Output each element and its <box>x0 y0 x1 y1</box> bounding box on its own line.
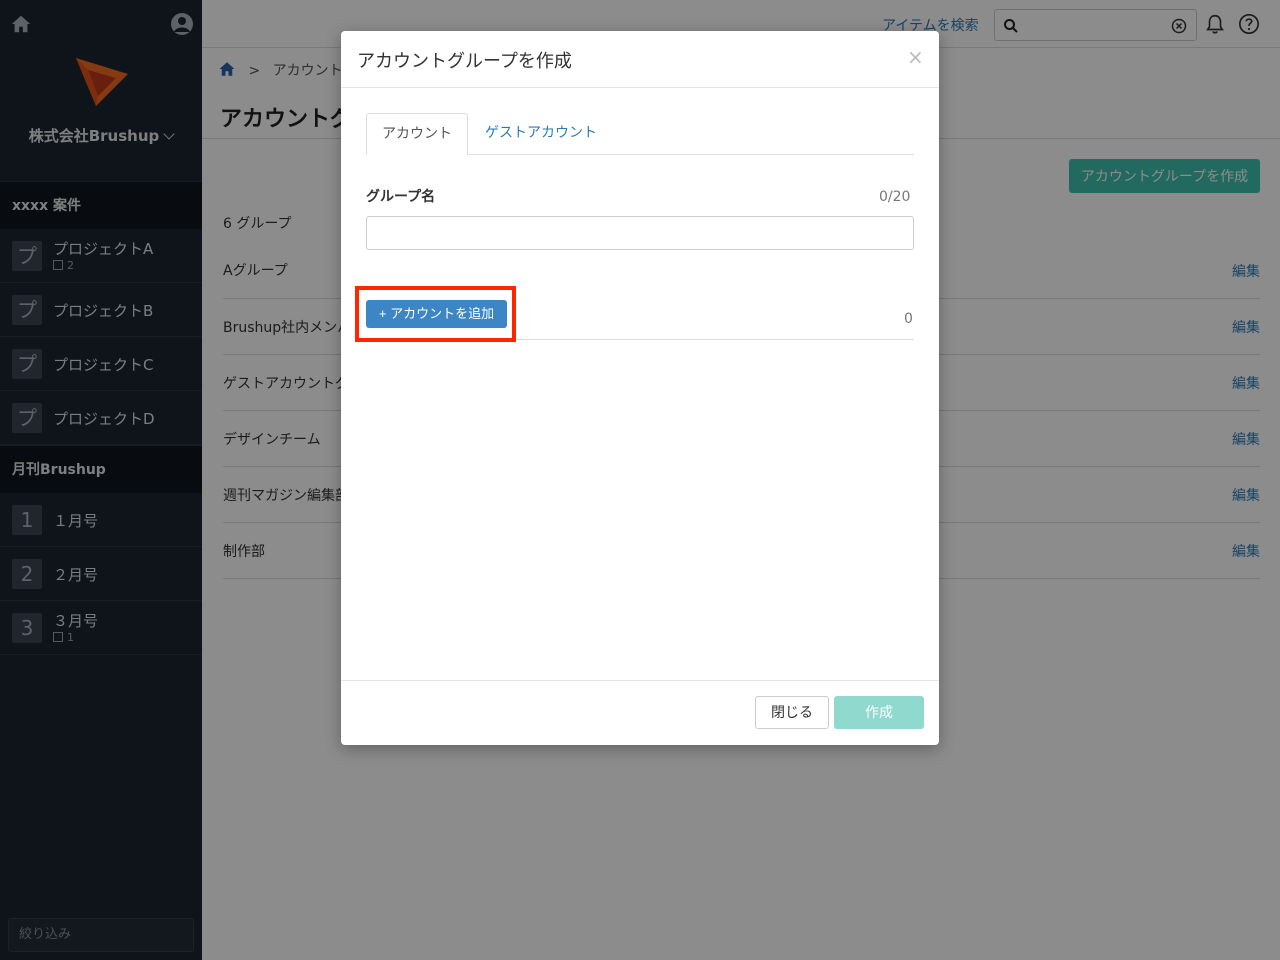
account-type-tabs: アカウント ゲストアカウント <box>366 113 914 155</box>
group-name-char-count: 0/20 <box>879 189 911 205</box>
account-count: 0 <box>904 311 913 327</box>
group-name-label: グループ名 <box>366 189 436 205</box>
create-account-group-modal: アカウントグループを作成 × アカウント ゲストアカウント グループ名 0/20… <box>341 31 939 745</box>
add-account-button[interactable]: + アカウントを追加 <box>366 300 507 328</box>
add-account-label: アカウントを追加 <box>390 306 495 321</box>
modal-header-divider <box>341 87 939 88</box>
modal-footer-divider <box>341 680 939 681</box>
modal-title: アカウントグループを作成 <box>357 51 572 72</box>
close-button[interactable]: 閉じる <box>755 696 829 729</box>
account-list-divider <box>516 339 914 340</box>
create-button[interactable]: 作成 <box>834 696 924 729</box>
tab-guest-account[interactable]: ゲストアカウント <box>470 113 612 155</box>
tab-account[interactable]: アカウント <box>366 113 468 155</box>
plus-icon: + <box>378 306 387 321</box>
close-icon[interactable]: × <box>907 45 924 69</box>
group-name-input[interactable] <box>366 216 914 250</box>
